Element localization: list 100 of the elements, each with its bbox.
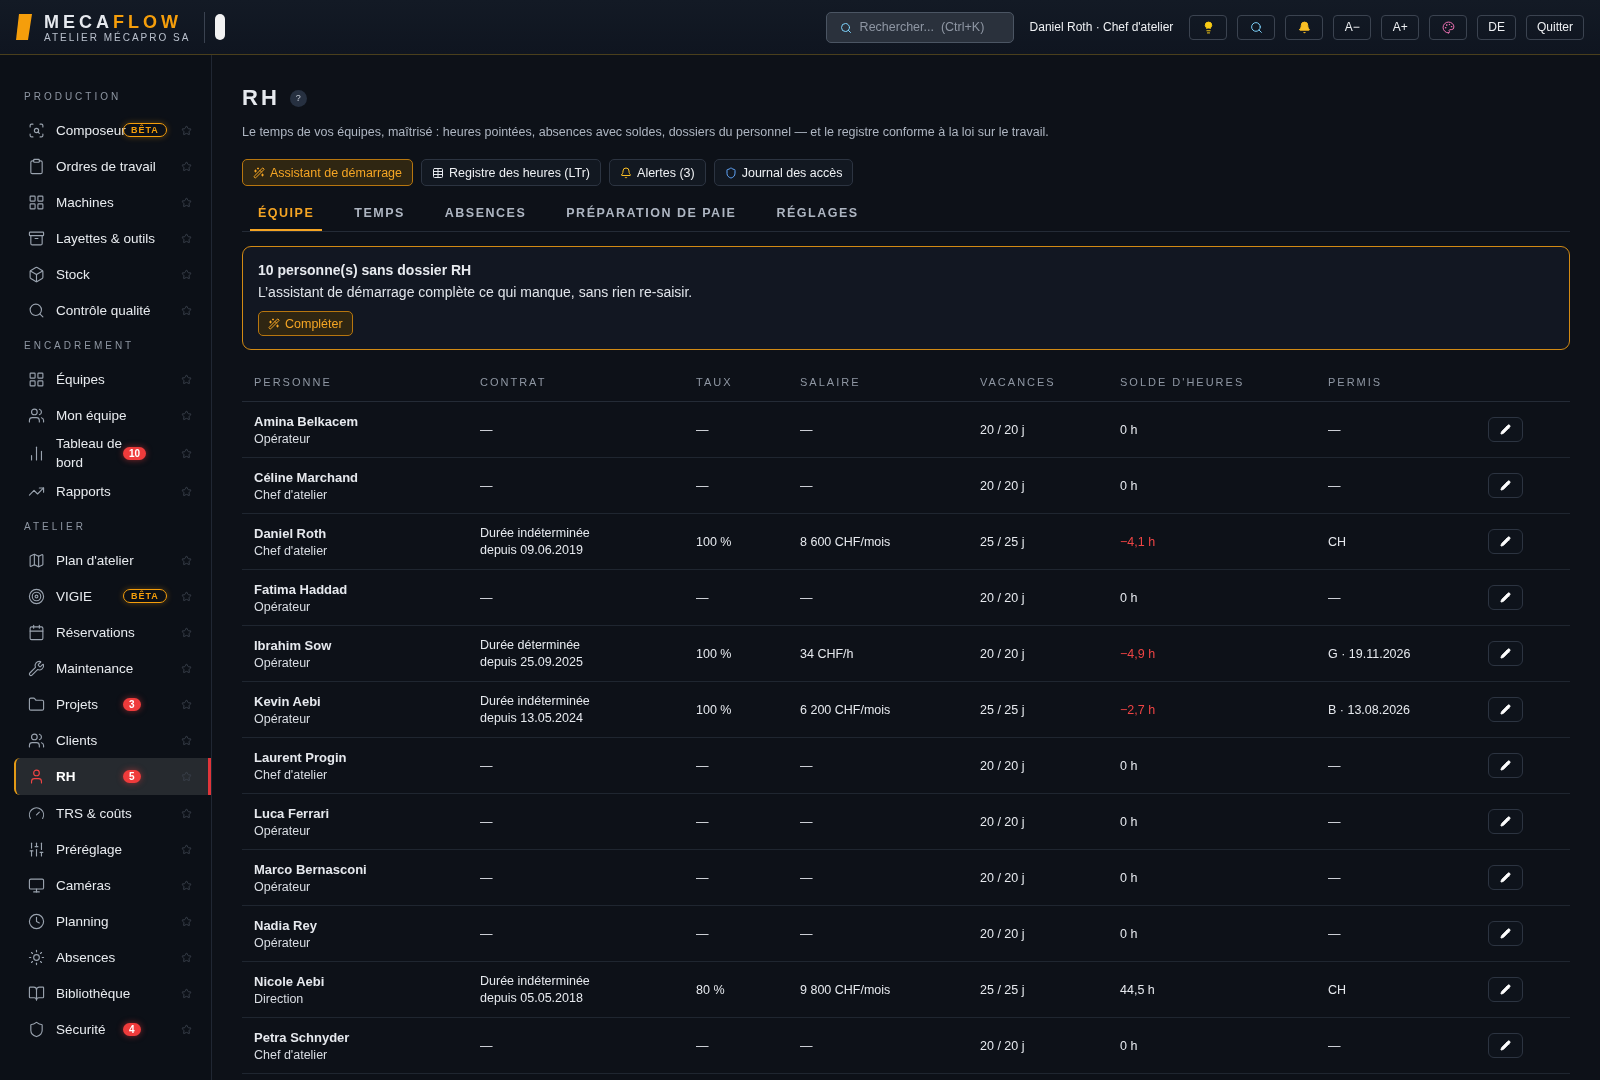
- table-cell-text: —: [480, 758, 494, 773]
- star-icon[interactable]: [181, 485, 192, 497]
- pencil-icon: [1500, 480, 1511, 491]
- star-icon[interactable]: [181, 915, 192, 927]
- person-name: Petra Schnyder: [254, 1029, 351, 1045]
- star-icon[interactable]: [181, 232, 192, 244]
- table-cell-text: depuis 25.09.2025: [480, 655, 584, 669]
- table-cell-text: —: [1328, 590, 1342, 605]
- sidebar-item[interactable]: Préréglage: [14, 831, 211, 867]
- sidebar-item[interactable]: Stock: [14, 256, 211, 292]
- table-cell-text: —: [1328, 758, 1342, 773]
- sidebar-item[interactable]: Clients: [14, 722, 211, 758]
- header-button[interactable]: A−: [1333, 14, 1372, 40]
- star-icon[interactable]: [181, 807, 192, 819]
- star-icon[interactable]: [181, 124, 192, 136]
- pencil-icon: [1500, 1040, 1511, 1051]
- star-icon[interactable]: [181, 698, 192, 710]
- header-button[interactable]: A+: [1381, 14, 1420, 40]
- sidebar-item[interactable]: Layettes & outils: [14, 220, 211, 256]
- action-button[interactable]: Journal des accès: [713, 159, 854, 186]
- header-button[interactable]: Quitter: [1526, 14, 1584, 40]
- sidebar-item[interactable]: Bibliothèque: [14, 975, 211, 1011]
- edit-button[interactable]: [1488, 473, 1523, 498]
- edit-button[interactable]: [1488, 865, 1523, 890]
- column-header: PERSONNE: [254, 376, 333, 388]
- star-icon[interactable]: [181, 590, 192, 602]
- table-cell-text: 25 / 25 j: [980, 534, 1026, 549]
- edit-button[interactable]: [1488, 921, 1523, 946]
- tab[interactable]: ABSENCES: [436, 194, 535, 231]
- star-icon[interactable]: [181, 843, 192, 855]
- sidebar-item[interactable]: Projets 3: [14, 686, 211, 722]
- bell-button[interactable]: [1285, 14, 1324, 40]
- star-icon[interactable]: [181, 626, 192, 638]
- edit-button[interactable]: [1488, 977, 1523, 1002]
- complete-button[interactable]: Compléter: [258, 311, 353, 336]
- star-icon[interactable]: [181, 409, 192, 421]
- edit-button[interactable]: [1488, 585, 1523, 610]
- sidebar-item[interactable]: VIGIE BÊTA: [14, 578, 211, 614]
- star-icon[interactable]: [181, 373, 192, 385]
- sidebar-item[interactable]: Planning: [14, 903, 211, 939]
- star-icon[interactable]: [181, 951, 192, 963]
- table-cell-text: —: [800, 422, 814, 437]
- sidebar-item[interactable]: Caméras: [14, 867, 211, 903]
- person-name: Céline Marchand: [254, 469, 360, 485]
- star-icon[interactable]: [181, 447, 192, 459]
- search-field[interactable]: Rechercher... (Ctrl+K): [825, 11, 1014, 43]
- person-name: Kevin Aebi: [254, 693, 322, 709]
- star-icon[interactable]: [181, 879, 192, 891]
- sidebar-item[interactable]: Ordres de travail: [14, 148, 211, 184]
- header-button[interactable]: DE: [1477, 14, 1516, 40]
- sidebar-item[interactable]: Absences: [14, 939, 211, 975]
- edit-button[interactable]: [1488, 1033, 1523, 1058]
- star-icon[interactable]: [181, 304, 192, 316]
- person-role: Opérateur: [254, 879, 312, 894]
- edit-button[interactable]: [1488, 809, 1523, 834]
- lightbulb-button[interactable]: [1189, 14, 1228, 40]
- star-icon[interactable]: [181, 1023, 192, 1035]
- sidebar-item[interactable]: Équipes: [14, 361, 211, 397]
- star-icon[interactable]: [181, 160, 192, 172]
- tab[interactable]: TEMPS: [346, 194, 413, 231]
- tab[interactable]: PRÉPARATION DE PAIE: [558, 194, 745, 231]
- star-icon[interactable]: [181, 734, 192, 746]
- table-cell-text: 20 / 20 j: [980, 646, 1026, 661]
- star-icon[interactable]: [181, 554, 192, 566]
- sidebar-item[interactable]: Contrôle qualité: [14, 292, 211, 328]
- sidebar-item[interactable]: Maintenance: [14, 650, 211, 686]
- sidebar-item[interactable]: Réservations: [14, 614, 211, 650]
- action-button[interactable]: Assistant de démarrage: [242, 159, 413, 186]
- table-cell-text: 20 / 20 j: [980, 590, 1026, 605]
- edit-button[interactable]: [1488, 417, 1523, 442]
- gauge-icon: [28, 804, 45, 822]
- users-icon: [28, 731, 45, 749]
- sidebar-item[interactable]: Mon équipe: [14, 397, 211, 433]
- grid-icon: [28, 193, 45, 211]
- sidebar-item[interactable]: Machines: [14, 184, 211, 220]
- tab[interactable]: RÉGLAGES: [768, 194, 867, 231]
- edit-button[interactable]: [1488, 697, 1523, 722]
- help-button[interactable]: ?: [289, 89, 307, 107]
- action-button[interactable]: Registre des heures (LTr): [421, 159, 602, 186]
- action-button[interactable]: Alertes (3): [609, 159, 706, 186]
- table-cell-text: —: [480, 1038, 494, 1053]
- sidebar-item[interactable]: Plan d'atelier: [14, 542, 211, 578]
- sidebar-item[interactable]: Sécurité 4: [14, 1011, 211, 1047]
- star-icon[interactable]: [181, 662, 192, 674]
- sidebar-item[interactable]: Rapports: [14, 473, 211, 509]
- table-cell-text: 20 / 20 j: [980, 422, 1026, 437]
- star-icon[interactable]: [181, 196, 192, 208]
- sidebar-item[interactable]: RH 5: [14, 758, 211, 795]
- star-icon[interactable]: [181, 268, 192, 280]
- edit-button[interactable]: [1488, 641, 1523, 666]
- sidebar-item[interactable]: TRS & coûts: [14, 795, 211, 831]
- tab[interactable]: ÉQUIPE: [250, 194, 323, 231]
- search-button[interactable]: [1237, 14, 1276, 40]
- edit-button[interactable]: [1488, 529, 1523, 554]
- star-icon[interactable]: [181, 771, 192, 782]
- edit-button[interactable]: [1488, 753, 1523, 778]
- table-cell-text: —: [696, 590, 710, 605]
- table-cell-text: −4,1 h: [1120, 534, 1157, 549]
- palette-button[interactable]: [1429, 14, 1468, 40]
- star-icon[interactable]: [181, 987, 192, 999]
